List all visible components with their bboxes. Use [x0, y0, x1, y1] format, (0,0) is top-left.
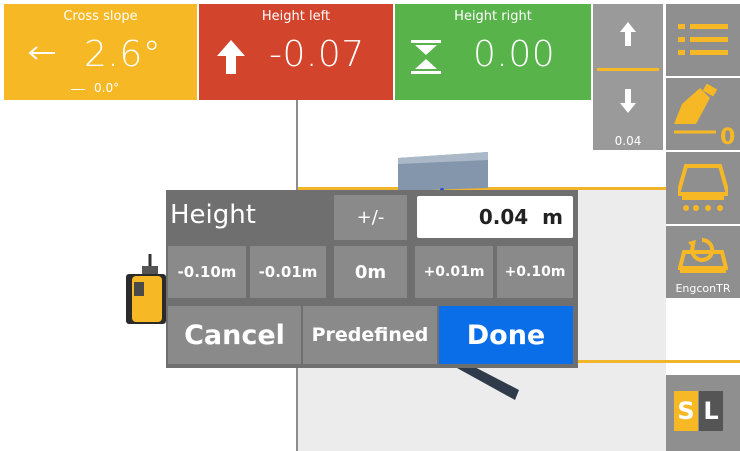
preset-minus-001-button[interactable]: -0.01m [250, 246, 326, 298]
height-left-value: -0.07 [269, 34, 365, 75]
cross-slope-title: Cross slope [63, 9, 138, 24]
tilt-bucket-icon [678, 164, 728, 211]
height-right-title: Height right [454, 9, 532, 24]
on-grade-icon [411, 40, 441, 74]
arrow-down-icon [620, 89, 636, 113]
preset-plus-010-button[interactable]: +0.10m [497, 246, 573, 298]
tiltrotator-icon [678, 237, 728, 273]
height-left-title: Height left [261, 9, 331, 24]
menu-button[interactable] [666, 4, 740, 76]
bucket-icon: 0 [674, 84, 735, 146]
dialog-title: Height [170, 200, 256, 230]
cross-slope-value: 2.6° [84, 34, 162, 75]
cancel-button[interactable]: Cancel [168, 306, 301, 364]
height-left-tile[interactable]: Height left -0.07 [199, 4, 393, 100]
predefined-button[interactable]: Predefined [303, 306, 437, 364]
machine-top-view-icon [126, 254, 166, 324]
stick-icon [457, 362, 519, 400]
sl-s-button[interactable]: S [674, 391, 698, 431]
sign-toggle-button[interactable]: +/- [334, 195, 407, 240]
sl-switch[interactable]: S L [666, 375, 740, 451]
cross-slope-dash [71, 89, 85, 90]
bucket-select-button[interactable]: 0 [666, 78, 740, 150]
arrow-up-icon [217, 40, 245, 74]
done-button[interactable]: Done [439, 306, 573, 364]
engcon-tiltrotator-button[interactable]: EngconTR [666, 226, 740, 298]
svg-text:0: 0 [720, 125, 735, 146]
arrow-left-icon [28, 46, 55, 60]
tilt-bucket-button[interactable] [666, 152, 740, 224]
engcon-label: EngconTR [675, 282, 731, 295]
menu-icon [678, 24, 728, 55]
offset-value: 0.04 [614, 134, 642, 148]
offset-down-button[interactable] [593, 71, 663, 133]
sl-l-button[interactable]: L [699, 391, 723, 431]
scene-ground-right [574, 190, 666, 360]
height-right-value: 0.00 [473, 34, 556, 75]
preset-minus-010-button[interactable]: -0.10m [168, 246, 246, 298]
height-input[interactable]: 0.04 m [417, 196, 573, 238]
cross-slope-sub: 0.0° [94, 81, 120, 95]
height-dialog: Height +/- 0.04 m -0.10m -0.01m 0m +0.01… [166, 190, 578, 368]
arrow-up-icon [620, 22, 636, 46]
offset-up-button[interactable] [593, 4, 663, 68]
offset-control: 0.04 [593, 4, 663, 150]
cross-slope-tile[interactable]: Cross slope 2.6° 0.0° [4, 4, 197, 100]
height-right-tile[interactable]: Height right 0.00 [395, 4, 591, 100]
preset-zero-button[interactable]: 0m [334, 246, 407, 298]
preset-plus-001-button[interactable]: +0.01m [415, 246, 493, 298]
